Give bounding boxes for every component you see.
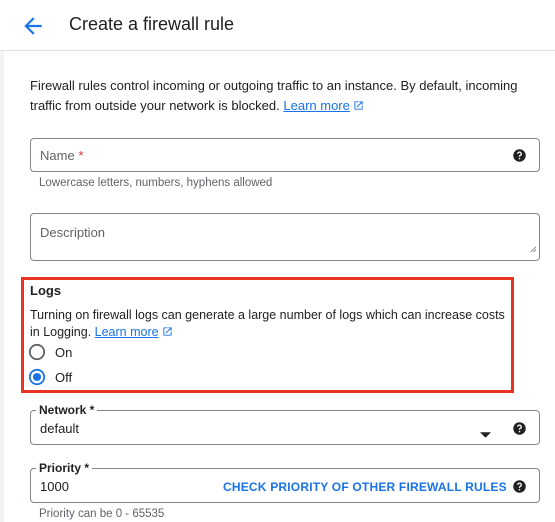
intro-description: Firewall rules control incoming or outgo… [30, 78, 518, 113]
network-value: default [40, 421, 80, 436]
page-header: Create a firewall rule [0, 0, 555, 51]
name-field-hint: Lowercase letters, numbers, hyphens allo… [39, 177, 273, 189]
network-field-label: Network * [36, 403, 98, 417]
logs-on-radio[interactable]: On [28, 342, 72, 362]
radio-checked-icon [28, 368, 46, 386]
external-link-icon [162, 325, 173, 342]
help-icon[interactable] [512, 148, 527, 163]
logs-on-label: On [55, 344, 73, 360]
logs-title: Logs [30, 283, 62, 298]
priority-field[interactable]: 1000 CHECK PRIORITY OF OTHER FIREWALL RU… [30, 468, 540, 503]
help-icon[interactable] [512, 479, 527, 494]
intro-learn-more-link[interactable]: Learn more [283, 98, 363, 113]
intro-text: Firewall rules control incoming or outgo… [30, 76, 535, 117]
description-field[interactable]: Description [30, 213, 540, 261]
dropdown-arrow-icon[interactable] [480, 425, 491, 443]
radio-unchecked-icon [28, 343, 46, 361]
name-field[interactable]: Name * [30, 138, 540, 172]
back-arrow-icon[interactable] [20, 13, 46, 39]
resize-handle-icon[interactable] [528, 240, 537, 258]
description-field-label: Description [40, 225, 106, 240]
left-rail [0, 0, 4, 522]
page-title: Create a firewall rule [69, 14, 235, 34]
name-field-label: Name * [40, 148, 84, 163]
priority-hint: Priority can be 0 - 65535 [39, 508, 165, 520]
check-priority-button[interactable]: CHECK PRIORITY OF OTHER FIREWALL RULES [223, 480, 507, 494]
external-link-icon [353, 97, 364, 117]
help-icon[interactable] [512, 421, 527, 436]
logs-off-radio[interactable]: Off [28, 367, 72, 387]
logs-description: Turning on firewall logs can generate a … [30, 307, 510, 342]
priority-value: 1000 [40, 479, 69, 494]
priority-field-label: Priority * [36, 461, 93, 475]
logs-learn-more-link[interactable]: Learn more [95, 325, 173, 339]
network-select[interactable]: default [30, 410, 540, 445]
logs-off-label: Off [55, 369, 73, 385]
